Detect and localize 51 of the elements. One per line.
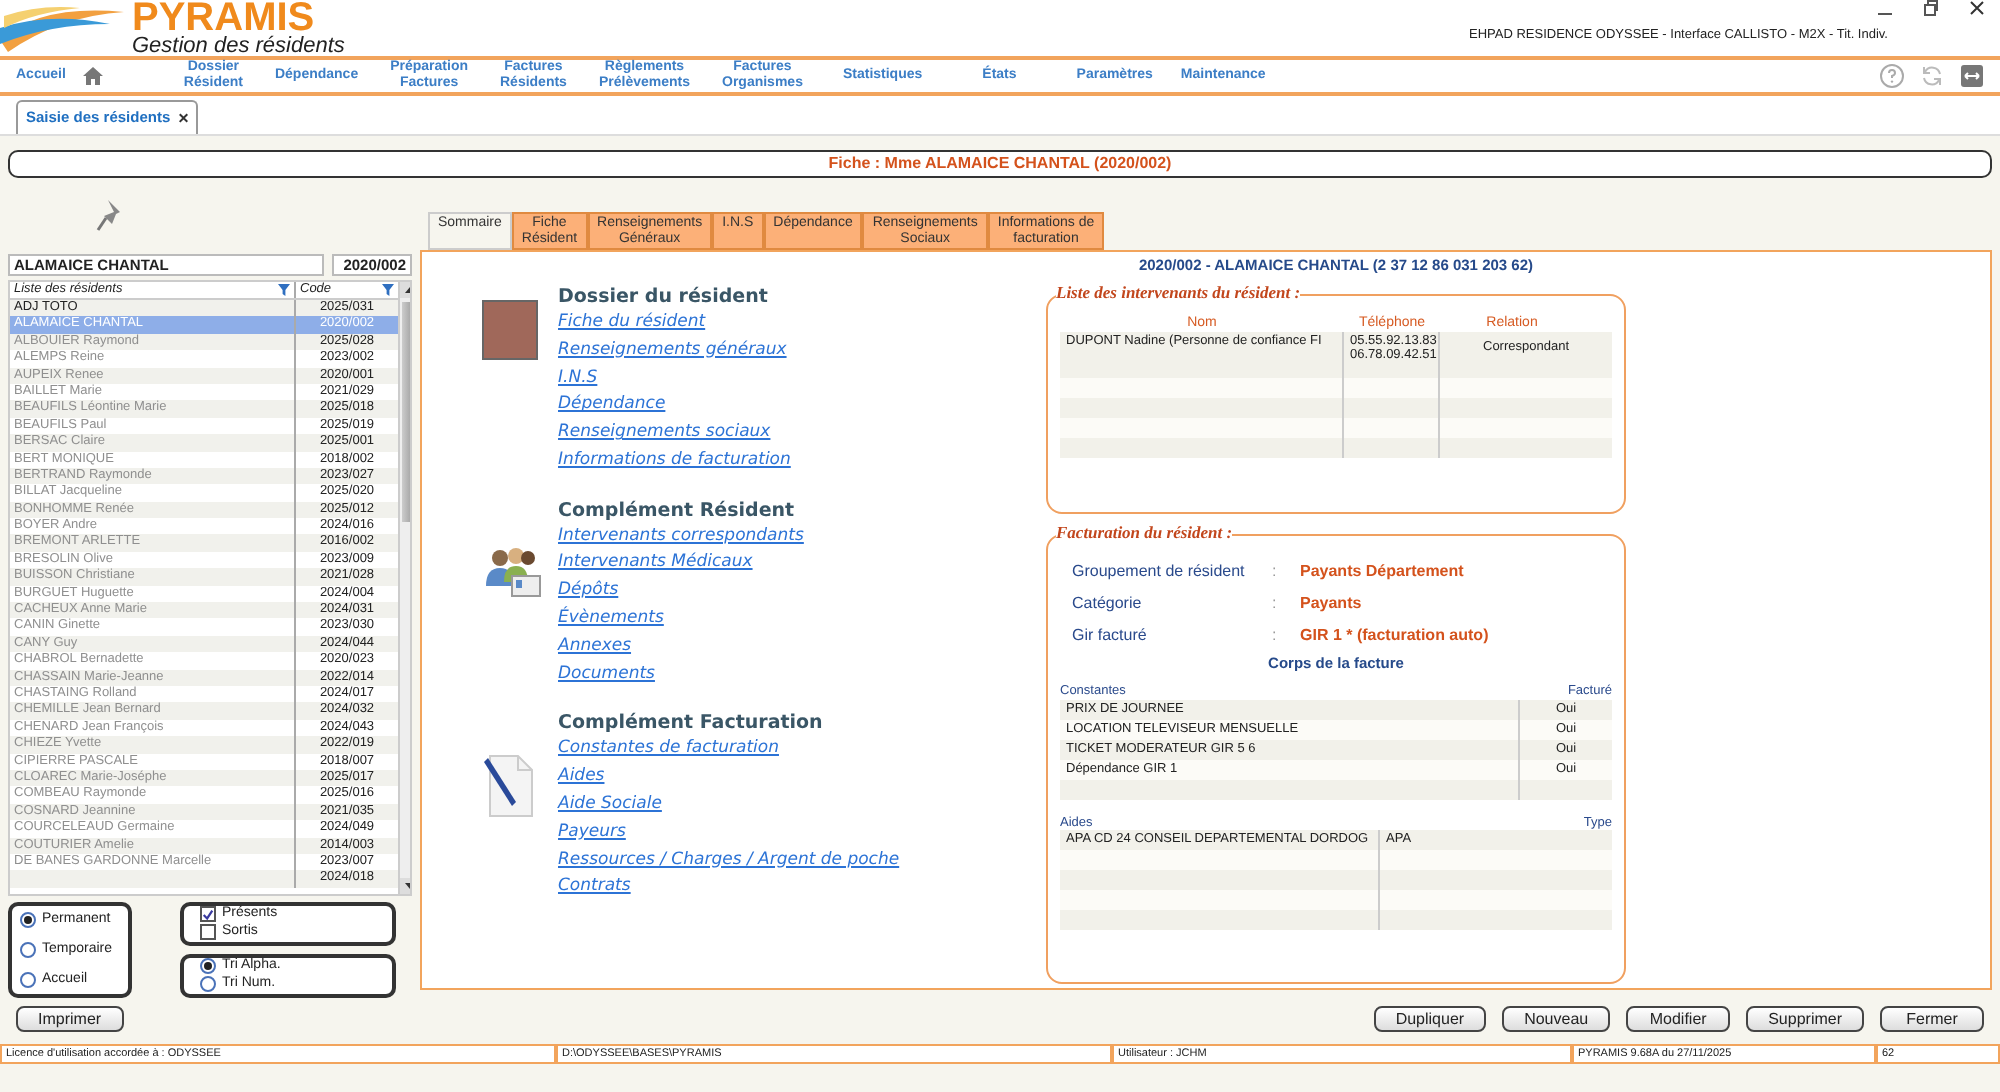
section-link[interactable]: Évènements	[558, 606, 804, 634]
document-pen-icon	[482, 754, 534, 819]
app-logo-text: PYRAMIS	[132, 0, 315, 36]
section-link[interactable]: Ressources / Charges / Argent de poche	[558, 847, 900, 875]
field-label: Gir facturé	[1072, 626, 1149, 645]
field-separator: :	[1272, 626, 1279, 645]
field-value: Payants	[1300, 594, 1362, 613]
field-separator: :	[1272, 594, 1279, 613]
home-icon[interactable]	[81, 66, 104, 86]
field-separator: :	[1272, 562, 1279, 581]
expand-icon[interactable]	[1960, 64, 1984, 88]
print-button[interactable]: Imprimer	[16, 1005, 124, 1033]
panel-legend: Facturation du résident :	[1056, 523, 1233, 543]
record-title-bar: Fiche : Mme ALAMAICE CHANTAL (2020/002)	[8, 150, 1992, 178]
section-link[interactable]: Informations de facturation	[558, 447, 791, 476]
action-button[interactable]: Fermer	[1880, 1005, 1984, 1033]
action-button[interactable]: Nouveau	[1502, 1005, 1611, 1033]
action-button[interactable]: Supprimer	[1746, 1005, 1864, 1033]
action-button[interactable]: Modifier	[1626, 1005, 1731, 1033]
section-link[interactable]: Payeurs	[558, 819, 900, 848]
close-icon[interactable]	[1970, 0, 1984, 16]
section-title: Complément Résident	[558, 501, 797, 524]
section-link[interactable]: Constantes de facturation	[558, 736, 900, 765]
field-label: Catégorie	[1072, 594, 1144, 613]
field-value: Payants Département	[1300, 562, 1464, 581]
section-link[interactable]: Renseignements généraux	[558, 337, 791, 366]
section-link[interactable]: Aide Sociale	[558, 791, 900, 820]
filter-icon[interactable]	[382, 284, 394, 296]
section-title: Dossier du résident	[558, 288, 770, 310]
field-value: GIR 1 * (facturation auto)	[1300, 626, 1489, 645]
panel-legend: Liste des intervenants du résident :	[1056, 283, 1301, 303]
section-link[interactable]: Intervenants correspondants	[558, 523, 804, 551]
section-link[interactable]: I.N.S	[558, 365, 791, 393]
restore-icon[interactable]	[1924, 0, 1938, 16]
section-title: Complément Facturation	[558, 714, 825, 737]
check-icon	[202, 907, 214, 922]
action-button[interactable]: Dupliquer	[1373, 1005, 1487, 1033]
section-link[interactable]: Contrats	[558, 874, 900, 903]
section-link[interactable]: Dépôts	[558, 578, 804, 607]
field-label: Groupement de résident	[1072, 562, 1247, 581]
section-link[interactable]: Intervenants Médicaux	[558, 550, 804, 579]
section-link[interactable]: Annexes	[558, 633, 804, 662]
app-subtitle: Gestion des résidents	[132, 36, 345, 58]
section-link[interactable]: Aides	[558, 764, 900, 792]
section-link[interactable]: Fiche du résident	[558, 309, 791, 338]
close-tab-button[interactable]: ×	[178, 107, 189, 129]
filter-icon[interactable]	[278, 284, 290, 296]
section-link[interactable]: Dépendance	[558, 392, 791, 421]
photo-placeholder	[482, 300, 538, 360]
section-link[interactable]: Documents	[558, 661, 804, 689]
section-link[interactable]: Renseignements sociaux	[558, 420, 791, 448]
